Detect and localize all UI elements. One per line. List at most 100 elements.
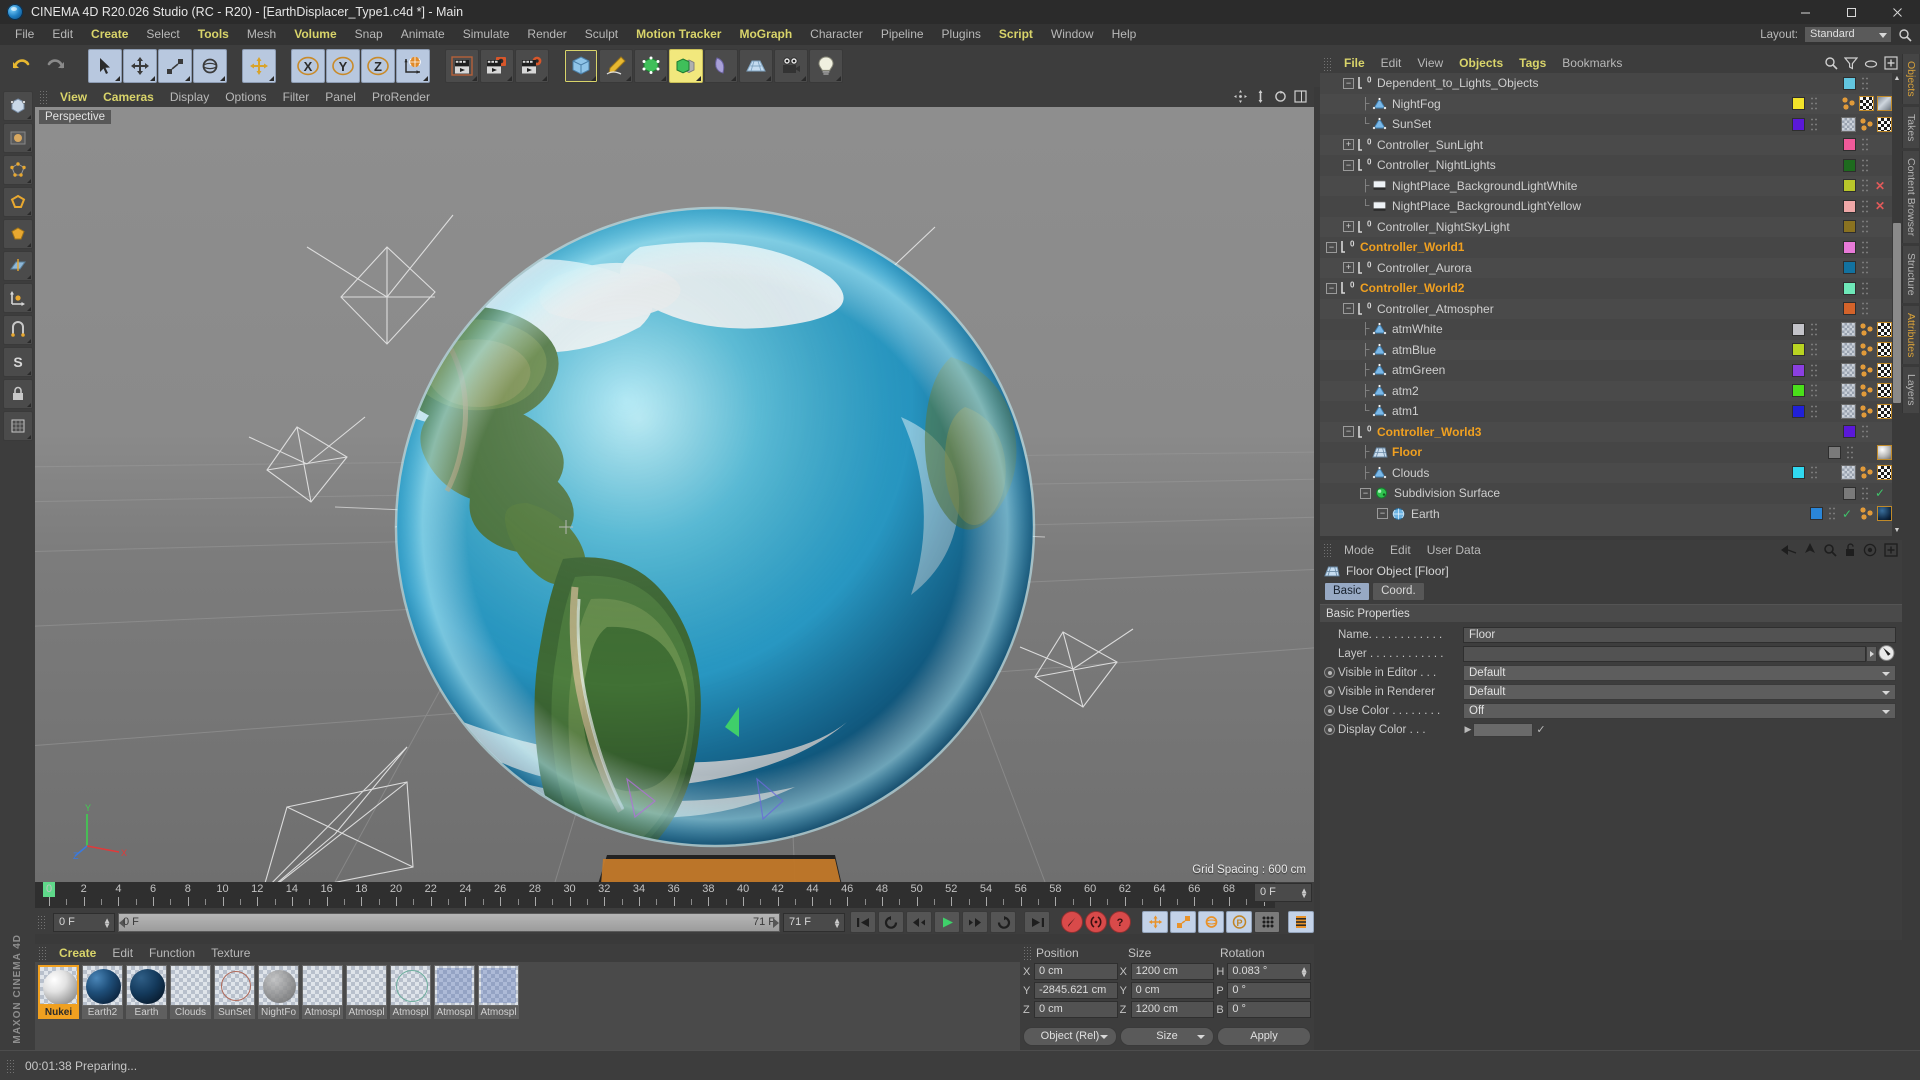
move-tool-button[interactable]: [123, 49, 157, 83]
quantize-button[interactable]: [2, 411, 33, 441]
object-tag-transp[interactable]: [1841, 342, 1856, 358]
object-tag-dots[interactable]: [1859, 383, 1874, 399]
array-generator-button[interactable]: [634, 49, 668, 83]
material-item[interactable]: SunSet: [214, 965, 255, 1019]
panel-grip-icon[interactable]: [1023, 946, 1032, 960]
cube-primitive-button[interactable]: [564, 49, 598, 83]
dolly-view-icon[interactable]: [1253, 89, 1268, 104]
record-keyframe-button[interactable]: [1061, 911, 1083, 933]
timeline-view-button[interactable]: [1288, 911, 1314, 933]
spinner-icon[interactable]: ▲▼: [103, 916, 111, 929]
material-thumbnail[interactable]: [170, 965, 211, 1006]
material-thumbnail[interactable]: [346, 965, 387, 1006]
object-tree-row[interactable]: − 0 Dependent_to_Lights_Objects: [1320, 73, 1892, 94]
material-menu-create[interactable]: Create: [51, 944, 104, 962]
menu-item-mograph[interactable]: MoGraph: [730, 24, 801, 45]
redo-button[interactable]: [39, 49, 73, 83]
object-menu-view[interactable]: View: [1409, 54, 1451, 73]
spinner-icon[interactable]: ▲▼: [1300, 966, 1308, 979]
scale-key-button[interactable]: [1170, 911, 1196, 933]
menu-item-edit[interactable]: Edit: [43, 24, 82, 45]
visibility-dots-icon[interactable]: [1861, 301, 1869, 317]
apply-button[interactable]: Apply: [1217, 1027, 1311, 1046]
menu-item-select[interactable]: Select: [137, 24, 188, 45]
attribute-select[interactable]: Default: [1463, 664, 1896, 681]
visibility-dots-icon[interactable]: [1861, 137, 1869, 153]
visibility-dots-icon[interactable]: [1861, 485, 1869, 501]
object-tag-checker[interactable]: [1877, 383, 1892, 399]
material-item[interactable]: Atmospl: [346, 965, 387, 1019]
menu-item-simulate[interactable]: Simulate: [454, 24, 519, 45]
display-color-well[interactable]: [1473, 722, 1533, 737]
material-thumbnail[interactable]: [434, 965, 475, 1006]
layout-select[interactable]: Standard: [1804, 26, 1892, 43]
object-tree-row[interactable]: − 0 Controller_World3: [1320, 421, 1892, 442]
object-tree-row[interactable]: +0 Controller_Aurora: [1320, 257, 1892, 278]
object-tag-checker[interactable]: [1877, 116, 1892, 132]
menu-item-window[interactable]: Window: [1042, 24, 1103, 45]
floor-environment-button[interactable]: [739, 49, 773, 83]
object-tag-dots[interactable]: [1859, 321, 1874, 337]
live-selection-tool-button[interactable]: [88, 49, 122, 83]
layer-color-swatch[interactable]: [1792, 363, 1805, 377]
visibility-dots-icon[interactable]: [1810, 96, 1818, 112]
tree-expander-minus-icon[interactable]: −: [1326, 282, 1337, 294]
object-tag-checker[interactable]: [1877, 342, 1892, 358]
filter-icon[interactable]: [1844, 56, 1858, 70]
dock-tab-structure[interactable]: Structure: [1902, 246, 1919, 303]
material-menu-function[interactable]: Function: [141, 944, 203, 962]
viewport-menu-filter[interactable]: Filter: [275, 87, 318, 107]
tree-expander-plus-icon[interactable]: +: [1343, 262, 1354, 274]
object-tree-row[interactable]: ├ atmWhite: [1320, 319, 1892, 340]
attribute-tab-basic[interactable]: Basic: [1324, 581, 1371, 601]
object-menu-file[interactable]: File: [1336, 54, 1373, 73]
viewport-solo-button[interactable]: S: [2, 347, 33, 377]
tree-expander-minus-icon[interactable]: −: [1360, 487, 1371, 499]
spinner-icon[interactable]: ▲▼: [1300, 887, 1308, 900]
viewport-menu-prorender[interactable]: ProRender: [364, 87, 438, 107]
object-tree-row[interactable]: └ SunSet: [1320, 114, 1892, 135]
tree-expander-minus-icon[interactable]: −: [1377, 508, 1388, 520]
maximize-view-icon[interactable]: [1293, 89, 1308, 104]
menu-item-script[interactable]: Script: [990, 24, 1042, 45]
object-menu-objects[interactable]: Objects: [1451, 54, 1511, 73]
tree-expander-minus-icon[interactable]: −: [1343, 159, 1354, 171]
edges-mode-button[interactable]: [2, 187, 33, 217]
material-thumbnail[interactable]: [126, 965, 167, 1006]
object-tree-row[interactable]: ├ atm2: [1320, 380, 1892, 401]
visibility-dots-icon[interactable]: [1810, 403, 1818, 419]
visibility-dots-icon[interactable]: [1846, 444, 1854, 460]
panel-grip-icon[interactable]: [1323, 56, 1332, 71]
layer-color-swatch[interactable]: [1810, 507, 1823, 521]
material-item[interactable]: Earth: [126, 965, 167, 1019]
material-thumbnail[interactable]: [478, 965, 519, 1006]
timeline-scrubber[interactable]: 0 F 71 F: [118, 912, 780, 932]
object-tag-dots[interactable]: [1859, 342, 1874, 358]
render-to-picture-viewer-button[interactable]: [480, 49, 514, 83]
object-tag-cloudy[interactable]: [1877, 96, 1892, 112]
object-menu-bookmarks[interactable]: Bookmarks: [1554, 54, 1630, 73]
pla-key-button[interactable]: [1254, 911, 1280, 933]
object-manager-scrollbar[interactable]: ▲ ▼: [1892, 73, 1902, 536]
display-color-expander-icon[interactable]: ▶: [1463, 724, 1473, 735]
layer-color-swatch[interactable]: [1843, 138, 1856, 152]
attribute-menu-user-data[interactable]: User Data: [1419, 540, 1489, 560]
tree-expander-plus-icon[interactable]: +: [1343, 139, 1354, 151]
object-tag-transp[interactable]: [1841, 362, 1856, 378]
lock-x-axis-button[interactable]: X: [291, 49, 325, 83]
attribute-menu-edit[interactable]: Edit: [1382, 540, 1419, 560]
object-tag-transp[interactable]: [1841, 321, 1856, 337]
menu-item-render[interactable]: Render: [518, 24, 575, 45]
layer-color-swatch[interactable]: [1843, 240, 1856, 254]
object-tree-row[interactable]: +0 Controller_NightSkyLight: [1320, 216, 1892, 237]
attribute-layer-input[interactable]: [1463, 645, 1866, 662]
material-item[interactable]: Earth2: [82, 965, 123, 1019]
coordinate-rotation-input[interactable]: 0 °: [1227, 1001, 1312, 1018]
menu-item-pipeline[interactable]: Pipeline: [872, 24, 933, 45]
object-tag-dots[interactable]: [1841, 96, 1856, 112]
viewport-menu-cameras[interactable]: Cameras: [95, 87, 162, 107]
coordinate-size-input[interactable]: 1200 cm: [1130, 1001, 1215, 1018]
menu-item-snap[interactable]: Snap: [346, 24, 392, 45]
layer-color-swatch[interactable]: [1792, 384, 1805, 398]
object-tree-row[interactable]: − 0 Controller_World2: [1320, 278, 1892, 299]
